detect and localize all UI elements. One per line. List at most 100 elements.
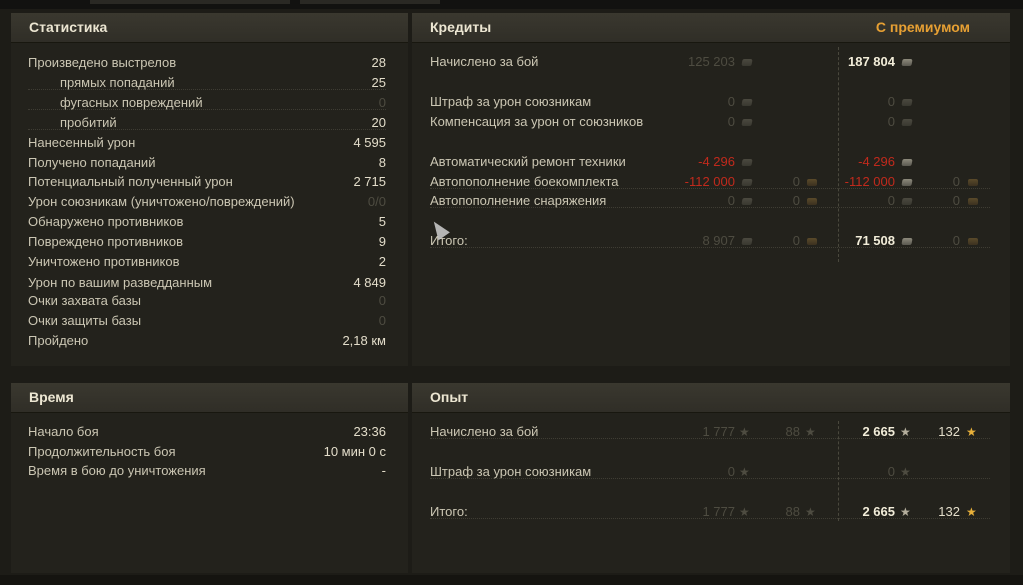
stats-row-value: 28 — [371, 55, 386, 70]
stats-row: Урон союзникам (уничтожено/повреждений) 0… — [28, 193, 386, 211]
stats-title: Статистика — [29, 19, 108, 35]
stats-row-label: Очки защиты базы — [28, 313, 142, 328]
tab-edge — [300, 0, 440, 4]
xp-star-icon: ★ — [900, 465, 911, 479]
xp-star-icon: ★ — [739, 465, 750, 479]
stats-row-value: 0 — [378, 95, 386, 110]
stats-row-value: 0/0 — [367, 194, 386, 209]
credit-coin-icon — [741, 198, 753, 205]
credits-premium-value: 187 804 — [848, 54, 895, 69]
gold-icon — [968, 238, 978, 245]
credit-coin-icon — [741, 159, 753, 166]
experience-header: Опыт — [412, 383, 1010, 413]
credits-row: Итого: 8 907 0 71 508 0 — [430, 232, 990, 250]
credit-coin-icon — [901, 179, 913, 186]
xp-star-icon: ★ — [900, 425, 911, 439]
dotted-guide — [430, 518, 990, 519]
time-row-label: Время в бою до уничтожения — [28, 463, 206, 478]
gold-icon — [807, 238, 817, 245]
stats-row-value: 4 849 — [353, 275, 386, 290]
stats-row-label: Очки захвата базы — [28, 293, 142, 308]
credit-coin-icon — [741, 238, 753, 245]
stats-row-value: 9 — [378, 234, 386, 249]
stats-row-label: Нанесенный урон — [28, 135, 136, 150]
stats-row: фугасных повреждений 0 — [28, 94, 386, 112]
stats-row: Повреждено противников 9 — [28, 233, 386, 251]
stats-row-value: 0 — [378, 313, 386, 328]
stats-row: Обнаружено противников 5 — [28, 213, 386, 231]
time-header: Время — [11, 383, 408, 413]
dotted-guide — [430, 188, 990, 189]
stats-row-value: 5 — [378, 214, 386, 229]
stats-row-label: Потенциальный полученный урон — [28, 174, 233, 189]
experience-panel: Опыт Начислено за бой 1 777 ★ 88 ★ 2 665 ★ 132 ★… — [412, 383, 1010, 573]
tab-edge — [90, 0, 290, 4]
experience-row: Штраф за урон союзникам 0 ★ 0 ★ — [430, 463, 990, 481]
dotted-guide — [430, 247, 990, 248]
experience-row: Начислено за бой 1 777 ★ 88 ★ 2 665 ★ 132 ★ — [430, 423, 990, 441]
bottom-bar — [0, 575, 1023, 585]
xp-star-icon: ★ — [739, 505, 750, 519]
credits-title: Кредиты — [430, 19, 492, 35]
dotted-guide — [430, 438, 990, 439]
stats-row: Произведено выстрелов 28 — [28, 54, 386, 72]
dotted-guide — [430, 207, 990, 208]
credits-row-label: Штраф за урон союзникам — [430, 94, 592, 109]
free-xp-star-icon: ★ — [966, 505, 977, 519]
credits-row: Автоматический ремонт техники -4 296 -4 29… — [430, 153, 990, 171]
stats-row-label: пробитий — [60, 115, 117, 130]
credit-coin-icon — [741, 179, 753, 186]
gold-icon — [968, 198, 978, 205]
credit-coin-icon — [901, 159, 913, 166]
stats-row-label: Урон союзникам (уничтожено/повреждений) — [28, 194, 295, 209]
credit-coin-icon — [741, 99, 753, 106]
experience-row: Итого: 1 777 ★ 88 ★ 2 665 ★ 132 ★ — [430, 503, 990, 521]
time-row-value: 10 мин 0 с — [323, 444, 386, 459]
experience-title: Опыт — [430, 389, 469, 405]
credits-row-label: Компенсация за урон от союзников — [430, 114, 644, 129]
free-xp-star-icon: ★ — [805, 505, 816, 519]
time-row: Продолжительность боя 10 мин 0 с — [28, 443, 386, 461]
credits-row: Автопополнение снаряжения 0 0 0 0 — [430, 192, 990, 210]
credits-premium-value: -4 296 — [858, 154, 895, 169]
free-xp-star-icon: ★ — [966, 425, 977, 439]
stats-row-value: 0 — [378, 293, 386, 308]
stats-row: Очки защиты базы 0 — [28, 312, 386, 330]
stats-row-label: Повреждено противников — [28, 234, 184, 249]
credits-base-value: 125 203 — [688, 54, 735, 69]
stats-row-value: 2,18 км — [342, 333, 386, 348]
credits-base-value: 0 — [727, 114, 735, 129]
time-row-label: Продолжительность боя — [28, 444, 176, 459]
stats-row: Получено попаданий 8 — [28, 154, 386, 172]
stats-row-label: Обнаружено противников — [28, 214, 184, 229]
stats-row-value: 2 — [378, 254, 386, 269]
stats-row: Очки захвата базы 0 — [28, 292, 386, 310]
stats-header: Статистика — [11, 13, 408, 43]
credits-base-value: -4 296 — [698, 154, 735, 169]
stats-row-value: 4 595 — [353, 135, 386, 150]
credits-base-value: 0 — [727, 94, 735, 109]
credits-row-label: Начислено за бой — [430, 54, 539, 69]
stats-row-label: фугасных повреждений — [60, 95, 203, 110]
credits-premium-value: 0 — [887, 94, 895, 109]
stats-row-value: 2 715 — [353, 174, 386, 189]
stats-row-label: Пройдено — [28, 333, 89, 348]
time-row-value: - — [381, 463, 386, 478]
credit-coin-icon — [901, 99, 913, 106]
stats-row-label: Урон по вашим разведданным — [28, 275, 213, 290]
time-row: Начало боя 23:36 — [28, 423, 386, 441]
stats-row-label: Уничтожено противников — [28, 254, 180, 269]
stats-row-value: 8 — [378, 155, 386, 170]
credits-row: Штраф за урон союзникам 0 0 — [430, 93, 990, 111]
credits-row: Компенсация за урон от союзников 0 0 — [430, 113, 990, 131]
credit-coin-icon — [901, 59, 913, 66]
credit-coin-icon — [901, 119, 913, 126]
dotted-guide — [430, 478, 990, 479]
premium-label: С премиумом — [875, 19, 970, 35]
time-panel: Время Начало боя 23:36 Продолжительность б… — [11, 383, 408, 573]
stats-row-value: 25 — [371, 75, 386, 90]
time-row-label: Начало боя — [28, 424, 99, 439]
credit-coin-icon — [741, 59, 753, 66]
credits-row-label: Автоматический ремонт техники — [430, 154, 626, 169]
xp-star-icon: ★ — [739, 425, 750, 439]
